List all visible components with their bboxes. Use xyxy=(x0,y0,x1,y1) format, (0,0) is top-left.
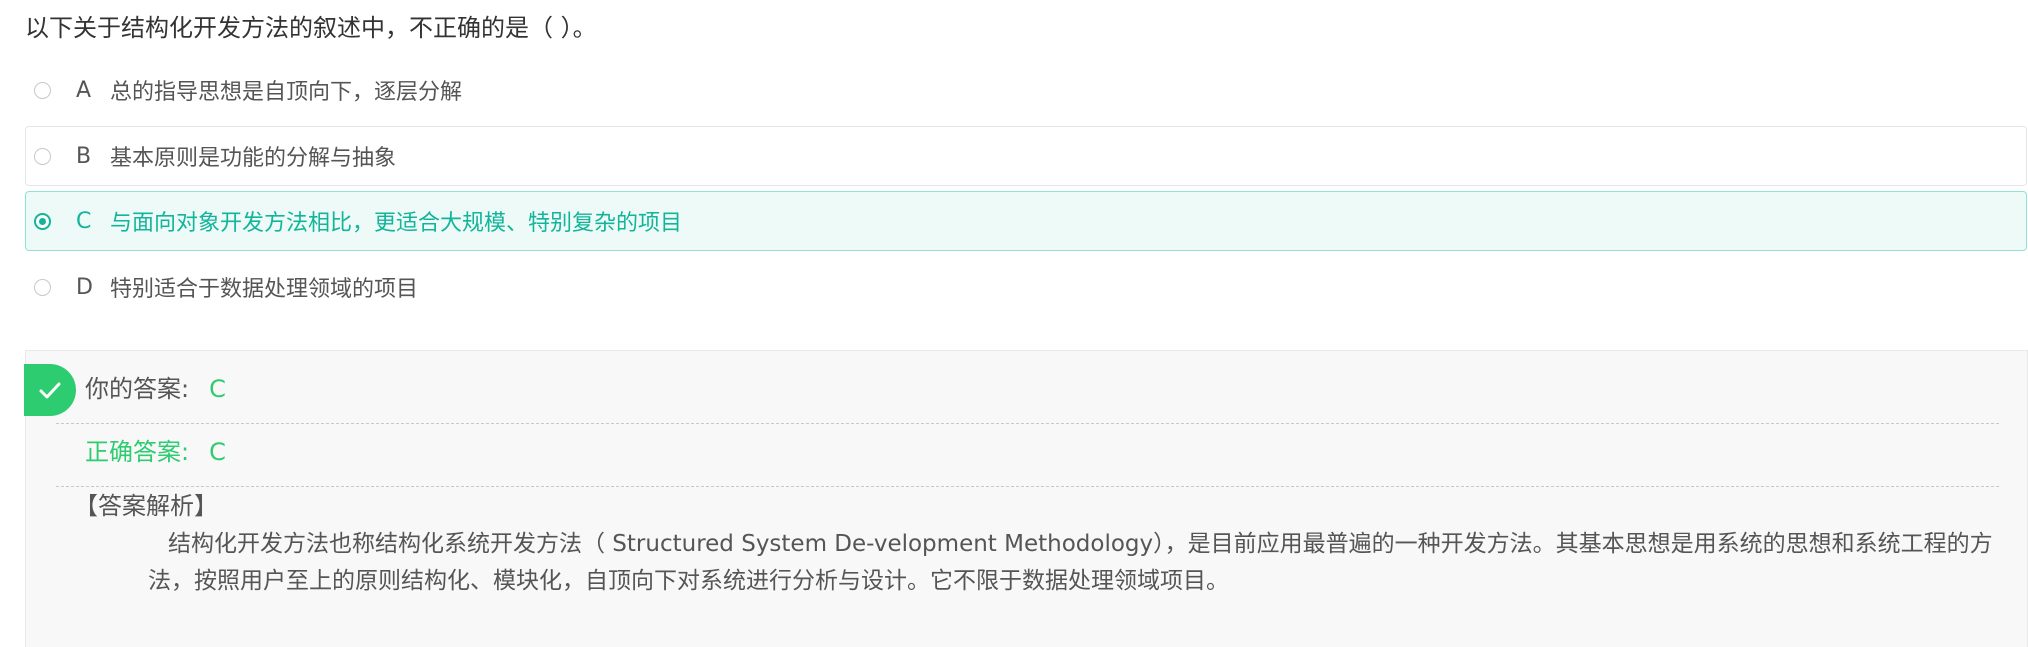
divider xyxy=(56,486,1999,487)
quiz-page: 以下关于结构化开发方法的叙述中，不正确的是（ ）。 A 总的指导思想是自顶向下，… xyxy=(0,0,2028,647)
correct-answer-label: 正确答案: xyxy=(85,438,190,466)
option-letter: A xyxy=(76,77,92,103)
option-b[interactable]: B 基本原则是功能的分解与抽象 xyxy=(25,126,2027,186)
your-answer: 你的答案: C xyxy=(85,371,226,407)
option-a[interactable]: A 总的指导思想是自顶向下，逐层分解 xyxy=(25,60,2027,120)
radio-button-b[interactable] xyxy=(34,147,51,165)
radio-button-d[interactable] xyxy=(34,278,51,296)
option-d[interactable]: D 特别适合于数据处理领域的项目 xyxy=(25,257,2027,317)
option-letter: B xyxy=(76,143,92,169)
divider xyxy=(56,423,1999,424)
option-c[interactable]: C 与面向对象开发方法相比，更适合大规模、特别复杂的项目 xyxy=(25,191,2027,251)
option-text: 特别适合于数据处理领域的项目 xyxy=(110,277,419,302)
option-text: 与面向对象开发方法相比，更适合大规模、特别复杂的项目 xyxy=(110,211,683,236)
radio-button-c[interactable] xyxy=(34,212,51,230)
your-answer-value: C xyxy=(209,375,226,403)
analysis-text: 结构化开发方法也称结构化系统开发方法（ Structured System De… xyxy=(148,531,1993,594)
correct-answer-value: C xyxy=(209,438,226,466)
check-icon xyxy=(24,364,76,416)
question-text: 以下关于结构化开发方法的叙述中，不正确的是（ ）。 xyxy=(25,14,597,42)
option-letter: D xyxy=(76,274,93,300)
analysis-title: 【答案解析】 xyxy=(74,492,218,520)
option-letter: C xyxy=(76,208,92,234)
radio-button-a[interactable] xyxy=(34,81,51,99)
your-answer-label: 你的答案: xyxy=(85,375,190,403)
option-text: 总的指导思想是自顶向下，逐层分解 xyxy=(110,80,463,105)
option-text: 基本原则是功能的分解与抽象 xyxy=(110,146,397,171)
answer-panel: 你的答案: C 正确答案: C 【答案解析】 结构化开发方法也称结构化系统开发方法（… xyxy=(24,350,2028,647)
correct-answer: 正确答案: C xyxy=(85,434,226,470)
